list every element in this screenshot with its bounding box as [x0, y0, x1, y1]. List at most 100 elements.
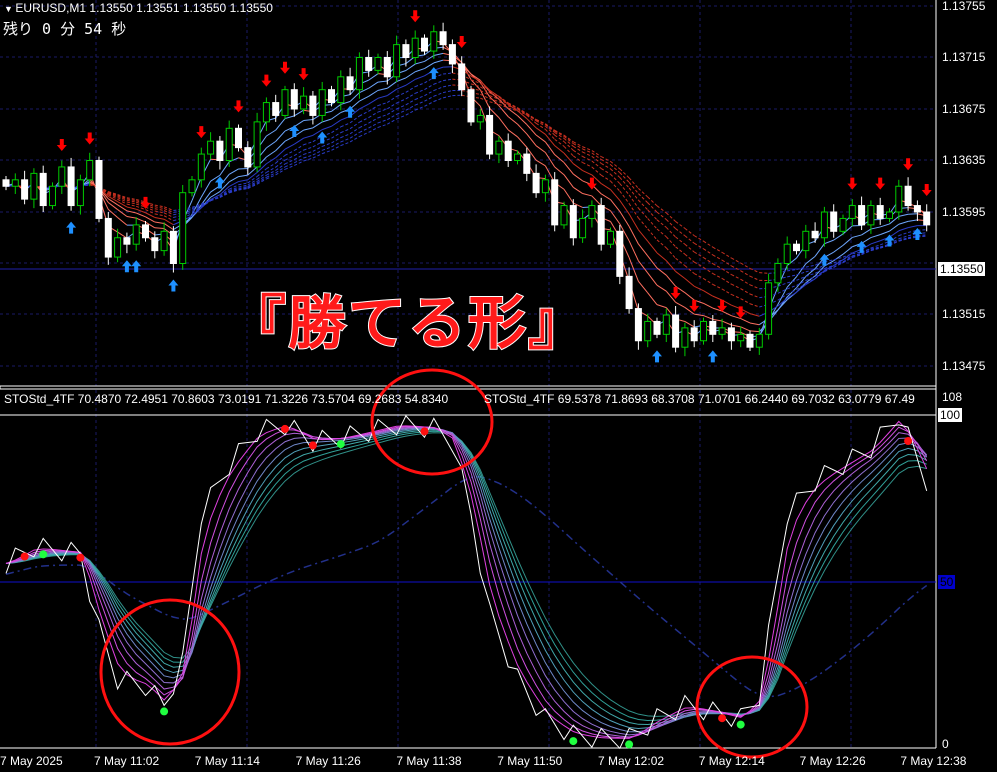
ma-fan-segment [443, 84, 453, 88]
ma-fan-segment [507, 129, 518, 138]
ma-fan-segment [396, 98, 407, 104]
down-arrow-icon [261, 74, 272, 87]
bear-candle [421, 37, 428, 52]
ma-fan-segment [861, 237, 872, 244]
ma-fan-segment [638, 229, 649, 242]
ma-fan-segment [415, 95, 425, 100]
up-arrow-icon [652, 350, 662, 363]
ma-fan-segment [387, 96, 397, 103]
bull-candle [188, 179, 196, 194]
red-signal-dot [420, 427, 429, 436]
ma-fan-segment [870, 240, 881, 245]
ma-fan-segment [349, 92, 360, 102]
bull-candle [76, 179, 84, 207]
collapse-triangle-icon[interactable]: ▼ [4, 4, 15, 14]
down-arrow-icon [921, 184, 932, 196]
ma-fan-segment [154, 208, 165, 211]
time-tick: 7 May 11:14 [194, 754, 260, 768]
ma-fan-segment [619, 211, 630, 227]
bull-candle [495, 140, 503, 155]
ma-fan-segment [600, 193, 611, 201]
ma-fan-segment [228, 168, 239, 175]
ma-fan-segment [340, 128, 351, 134]
stoch-tick: 0 [942, 737, 949, 751]
ma-fan-segment [368, 127, 379, 133]
ma-fan-segment [647, 240, 658, 254]
ma-fan-segment [852, 234, 862, 238]
ma-fan-segment [721, 268, 732, 276]
down-arrow-icon [847, 177, 858, 190]
ma-fan-segment [628, 177, 639, 189]
bear-candle [142, 224, 149, 239]
bull-candle [588, 205, 596, 219]
bull-candle [737, 333, 745, 342]
stoch-tick: 50 [938, 575, 956, 589]
bull-candle [802, 230, 810, 252]
bear-candle [876, 205, 884, 219]
red-signal-dot [718, 714, 727, 723]
up-arrow-icon [289, 125, 300, 137]
ma-fan-segment [331, 104, 342, 112]
up-arrow-icon [345, 105, 356, 118]
bull-candle [49, 185, 56, 207]
time-tick: 7 May 12:38 [900, 754, 967, 768]
bear-candle [216, 140, 224, 161]
ma-fan-segment [749, 284, 760, 290]
ma-fan-segment [573, 163, 583, 171]
ma-fan-segment [805, 268, 816, 277]
ma-fan-segment [294, 149, 304, 156]
ma-fan-segment [117, 217, 128, 226]
bear-candle [383, 57, 391, 78]
bull-candle [430, 31, 438, 52]
green-signal-dot [736, 720, 745, 729]
red-signal-dot [904, 437, 913, 445]
ma-fan-segment [824, 239, 834, 245]
ma-fan-segment [554, 138, 565, 147]
ma-fan-segment [796, 271, 806, 276]
bull-candle [895, 185, 903, 213]
bull-candle [476, 114, 484, 123]
price-tick: 1.13675 [942, 102, 986, 116]
bull-candle [179, 192, 187, 264]
bear-candle [290, 89, 298, 110]
bear-candle [672, 314, 680, 348]
ma-fan-segment [731, 324, 741, 328]
ma-fan-segment [675, 246, 686, 255]
ma-fan-segment [387, 113, 397, 121]
time-tick: 7 May 12:26 [799, 754, 866, 768]
ma-fan-segment [210, 191, 221, 198]
bear-candle [923, 211, 931, 226]
ma-fan-segment [266, 129, 276, 137]
bear-candle [272, 102, 280, 116]
ma-fan-segment [721, 259, 732, 267]
ma-fan-segment [126, 203, 137, 207]
ma-fan-segment [415, 105, 425, 111]
ma-fan-segment [721, 310, 732, 317]
ma-fan-segment [703, 290, 714, 297]
bear-candle [625, 275, 633, 310]
ma-fan-segment [703, 302, 714, 309]
ma-fan-segment [405, 99, 416, 106]
ma-fan-segment [675, 301, 686, 308]
red-signal-dot [20, 552, 29, 561]
price-tick: 1.13635 [942, 153, 986, 167]
ma-fan-segment [322, 118, 332, 123]
down-arrow-icon [280, 61, 290, 74]
red-signal-dot [76, 553, 85, 562]
bear-candle [365, 57, 373, 71]
bear-candle [913, 205, 921, 213]
ma-fan-segment [433, 59, 444, 64]
bear-candle [123, 237, 131, 245]
up-arrow-icon [66, 221, 77, 234]
down-arrow-icon [456, 35, 467, 48]
ma-fan-segment [638, 217, 649, 230]
ma-fan-segment [573, 149, 583, 157]
down-arrow-icon [903, 158, 914, 171]
ma-fan-segment [731, 257, 741, 264]
ma-fan-segment [387, 102, 397, 110]
ma-fan-segment [787, 274, 797, 278]
down-arrow-icon [140, 196, 151, 209]
ma-fan-segment [600, 162, 611, 170]
ma-fan-segment [563, 162, 574, 175]
ma-fan-segment [684, 321, 695, 328]
